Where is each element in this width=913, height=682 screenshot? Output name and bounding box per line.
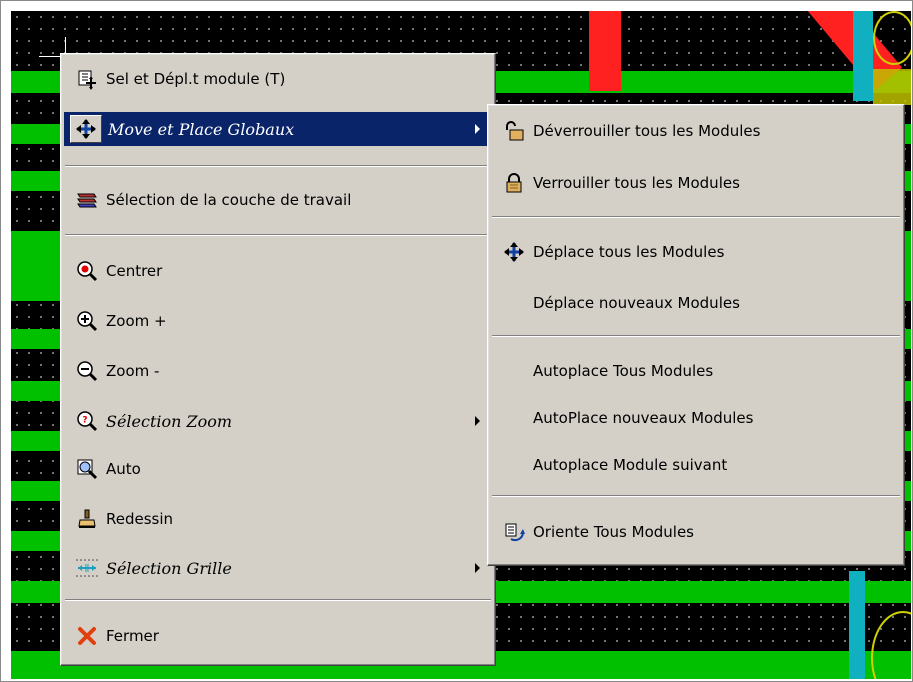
pad-outline xyxy=(871,611,911,679)
unlock-icon xyxy=(501,120,527,142)
menu-separator xyxy=(65,599,491,601)
move-cross-icon xyxy=(70,115,102,143)
menu-separator xyxy=(65,165,491,167)
menu-item-zoom-in[interactable]: Zoom + xyxy=(64,304,492,338)
menu-separator xyxy=(492,335,900,337)
menu-item-center[interactable]: Centrer xyxy=(64,254,492,288)
menu-item-label: Oriente Tous Modules xyxy=(533,523,694,541)
menu-item-unlock-all-modules[interactable]: Déverrouiller tous les Modules xyxy=(491,114,901,148)
menu-item-autoplace-next[interactable]: Autoplace Module suivant xyxy=(491,448,901,482)
menu-item-zoom-select[interactable]: ? Sélection Zoom xyxy=(64,404,492,438)
menu-item-label: Sélection Zoom xyxy=(106,411,233,431)
layer-stack-icon xyxy=(74,189,100,211)
menu-item-select-layer[interactable]: Sélection de la couche de travail xyxy=(64,183,492,217)
lock-icon xyxy=(501,172,527,194)
menu-item-label: Auto xyxy=(106,460,141,478)
rotate-modules-icon xyxy=(501,521,527,543)
menu-item-autoplace-all[interactable]: Autoplace Tous Modules xyxy=(491,354,901,388)
menu-item-zoom-out[interactable]: Zoom - xyxy=(64,354,492,388)
menu-item-label: Autoplace Module suivant xyxy=(533,456,728,474)
menu-item-redraw[interactable]: Redessin xyxy=(64,502,492,536)
menu-item-label: Verrouiller tous les Modules xyxy=(533,174,740,192)
menu-item-lock-all-modules[interactable]: Verrouiller tous les Modules xyxy=(491,166,901,200)
move-cross-icon xyxy=(501,241,527,263)
menu-item-zoom-auto[interactable]: Auto xyxy=(64,452,492,486)
menu-item-move-new-modules[interactable]: Déplace nouveaux Modules xyxy=(491,286,901,320)
menu-item-label: Zoom + xyxy=(106,312,167,330)
menu-item-label: Autoplace Tous Modules xyxy=(533,362,714,380)
menu-item-label: Sel et Dépl.t module (T) xyxy=(106,70,286,88)
menu-item-move-module[interactable]: Sel et Dépl.t module (T) xyxy=(64,62,492,96)
submenu-arrow-icon xyxy=(475,563,480,573)
svg-text:?: ? xyxy=(82,416,87,426)
grid-select-icon xyxy=(74,557,100,579)
menu-item-autoplace-new[interactable]: AutoPlace nouveaux Modules xyxy=(491,401,901,435)
pad xyxy=(873,69,911,105)
zoom-select-icon: ? xyxy=(74,410,100,432)
menu-item-label: AutoPlace nouveaux Modules xyxy=(533,409,754,427)
menu-item-label: Move et Place Globaux xyxy=(108,119,295,139)
zoom-out-icon xyxy=(74,360,100,382)
menu-item-label: Sélection Grille xyxy=(106,558,232,578)
menu-item-grid-select[interactable]: Sélection Grille xyxy=(64,551,492,585)
menu-separator xyxy=(492,216,900,218)
red-track xyxy=(589,11,621,91)
zoom-center-icon xyxy=(74,260,100,282)
pad-outline xyxy=(873,11,911,65)
menu-item-label: Déverrouiller tous les Modules xyxy=(533,122,761,140)
close-x-icon xyxy=(74,625,100,647)
submenu-arrow-icon xyxy=(475,416,480,426)
move-module-icon xyxy=(74,68,100,90)
menu-item-label: Redessin xyxy=(106,510,174,528)
submenu-move-place-global: Déverrouiller tous les Modules Verrouill… xyxy=(487,104,905,566)
menu-item-orient-all-modules[interactable]: Oriente Tous Modules xyxy=(491,515,901,549)
menu-item-label: Zoom - xyxy=(106,362,160,380)
cyan-track xyxy=(849,571,865,679)
menu-item-label: Déplace tous les Modules xyxy=(533,243,725,261)
menu-separator xyxy=(65,234,491,236)
menu-item-label: Sélection de la couche de travail xyxy=(106,191,352,209)
menu-separator xyxy=(492,495,900,497)
menu-item-close[interactable]: Fermer xyxy=(64,619,492,653)
menu-item-move-all-modules[interactable]: Déplace tous les Modules xyxy=(491,235,901,269)
context-menu: Sel et Dépl.t module (T) Move et Place G… xyxy=(60,53,496,666)
zoom-auto-icon xyxy=(74,458,100,480)
menu-item-label: Déplace nouveaux Modules xyxy=(533,294,740,312)
menu-item-label: Centrer xyxy=(106,262,163,280)
menu-item-move-place-global[interactable]: Move et Place Globaux xyxy=(64,112,492,146)
menu-item-label: Fermer xyxy=(106,627,159,645)
redraw-brush-icon xyxy=(74,508,100,530)
cyan-track xyxy=(853,11,873,101)
submenu-arrow-icon xyxy=(475,124,480,134)
zoom-in-icon xyxy=(74,310,100,332)
